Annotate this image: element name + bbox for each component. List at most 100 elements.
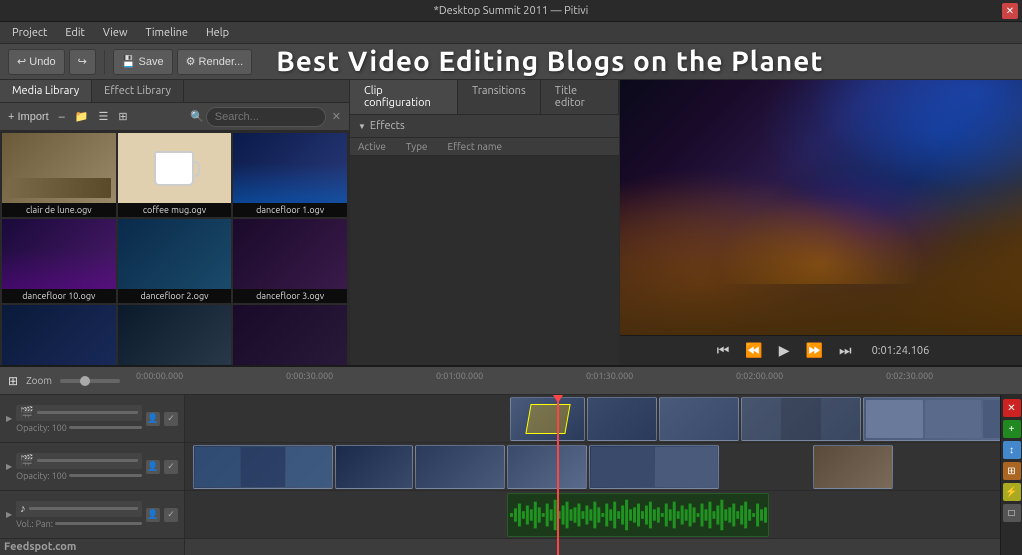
clip[interactable]	[813, 445, 893, 489]
tool-btn-red[interactable]: ✕	[1003, 399, 1021, 417]
close-button[interactable]: ✕	[1002, 3, 1018, 19]
ruler-mark-2: 0:01:00.000	[436, 371, 483, 381]
tool-btn-gray[interactable]: □	[1003, 504, 1021, 522]
video-preview: ⏮ ⏪ ▶ ⏩ ⏭ 0:01:24.106	[620, 80, 1022, 365]
skip-back-button[interactable]: ⏮	[713, 340, 734, 361]
track-user-btn2[interactable]: 👤	[146, 460, 160, 474]
tool-btn-yellow[interactable]: ⚡	[1003, 483, 1021, 501]
time-display: 0:01:24.106	[872, 345, 930, 357]
video-icon2: 🎬	[20, 454, 34, 467]
preview-controls: ⏮ ⏪ ▶ ⏩ ⏭ 0:01:24.106	[620, 335, 1022, 365]
video-icon: 🎬	[20, 406, 34, 419]
import-button[interactable]: + Import	[4, 109, 53, 125]
grid-view-button[interactable]: ⊞	[114, 108, 131, 125]
volume-slider[interactable]	[55, 522, 142, 525]
clip[interactable]	[510, 397, 585, 441]
tracks-content: ✕ + ↕ ⊞ ⚡ □	[185, 395, 1022, 555]
save-button[interactable]: 💾 Save	[113, 49, 173, 75]
tracks-container: ▶ 🎬 Opacity: 100 👤 ✓ ▶	[0, 395, 1022, 555]
remove-button[interactable]: –	[55, 109, 69, 125]
thumb-dance6	[233, 305, 347, 365]
list-item[interactable]: dancefloor 2.ogv	[118, 219, 232, 303]
list-item[interactable]: dancefloor 5.ogv	[118, 305, 232, 365]
track-opacity: Opacity: 100	[16, 423, 142, 433]
redo-button[interactable]: ↪	[69, 49, 96, 75]
clip[interactable]	[741, 397, 861, 441]
clip[interactable]	[587, 397, 657, 441]
timeline-area: ⊞ Zoom 0:00:00.000 0:00:30.000 0:01:00.0…	[0, 365, 1022, 555]
orange-light-layer	[700, 182, 941, 284]
clip[interactable]	[507, 493, 769, 537]
track-label-inner: 🎬 Opacity: 100	[16, 405, 142, 433]
list-view-button[interactable]: ☰	[94, 108, 112, 125]
search-input[interactable]	[206, 107, 326, 127]
toolbar-separator	[104, 50, 105, 74]
media-library-tab[interactable]: Media Library	[0, 80, 92, 102]
ruler-mark-4: 0:02:00.000	[736, 371, 783, 381]
list-item[interactable]: dancefloor 4.ogv	[2, 305, 116, 365]
tool-btn-blue[interactable]: ↕	[1003, 441, 1021, 459]
clip[interactable]	[589, 445, 719, 489]
menu-edit[interactable]: Edit	[57, 25, 93, 41]
menu-bar: Project Edit View Timeline Help	[0, 22, 1022, 44]
col-effect-name: Effect name	[447, 141, 502, 152]
collapse-icon: ▶	[6, 414, 12, 423]
track-label-video2: ▶ 🎬 Opacity: 100 👤 ✓	[0, 443, 184, 491]
track-label-row: 🎬	[16, 405, 142, 421]
list-item[interactable]: dancefloor 6.ogv	[233, 305, 347, 365]
clip[interactable]	[659, 397, 739, 441]
list-item[interactable]: dancefloor 1.ogv	[233, 133, 347, 217]
undo-button[interactable]: ↩ Undo	[8, 49, 65, 75]
track-user-btn3[interactable]: 👤	[146, 508, 160, 522]
tab-clip-configuration[interactable]: Clip configuration	[350, 80, 458, 114]
menu-help[interactable]: Help	[198, 25, 237, 41]
menu-timeline[interactable]: Timeline	[138, 25, 197, 41]
track-lock-btn2[interactable]: ✓	[164, 460, 178, 474]
ruler-mark-5: 0:02:30.000	[886, 371, 933, 381]
effect-library-tab[interactable]: Effect Library	[92, 80, 184, 102]
track-label-video1: ▶ 🎬 Opacity: 100 👤 ✓	[0, 395, 184, 443]
track-label-row3: ♪	[16, 501, 142, 517]
tool-btn-orange[interactable]: ⊞	[1003, 462, 1021, 480]
right-panel: Clip configuration Transitions Title edi…	[350, 80, 1022, 365]
track-row-audio	[185, 491, 1022, 539]
clear-search-button[interactable]: ✕	[328, 108, 345, 125]
rewind-button[interactable]: ⏪	[741, 340, 766, 361]
track-opacity2: Opacity: 100	[16, 471, 142, 481]
tool-btn-green[interactable]: +	[1003, 420, 1021, 438]
clip[interactable]	[507, 445, 587, 489]
folder-icon-button[interactable]: 📁	[71, 108, 93, 125]
thumb-dance3	[233, 219, 347, 289]
title-bar: *Desktop Summit 2011 — Pitivi ✕	[0, 0, 1022, 22]
track-lock-btn[interactable]: ✓	[164, 412, 178, 426]
library-tabs: Media Library Effect Library	[0, 80, 349, 103]
skip-forward-button[interactable]: ⏭	[835, 340, 856, 361]
clip[interactable]	[415, 445, 505, 489]
fast-forward-button[interactable]: ⏩	[802, 340, 827, 361]
opacity-slider[interactable]	[69, 426, 142, 429]
timeline-header: ⊞ Zoom 0:00:00.000 0:00:30.000 0:01:00.0…	[0, 367, 1022, 395]
audio-icon: ♪	[20, 503, 26, 515]
thumb-dance10	[2, 219, 116, 289]
render-button[interactable]: ⚙ Render...	[177, 49, 253, 75]
zoom-slider[interactable]	[60, 379, 120, 383]
opacity-slider2[interactable]	[69, 474, 142, 477]
tab-transitions[interactable]: Transitions	[458, 80, 541, 114]
list-item[interactable]: clair de lune.ogv	[2, 133, 116, 217]
track-label-inner3: ♪ Vol.: Pan:	[16, 501, 142, 529]
track-user-btn[interactable]: 👤	[146, 412, 160, 426]
col-type: Type	[406, 141, 428, 152]
tab-title-editor[interactable]: Title editor	[541, 80, 619, 114]
list-item[interactable]: dancefloor 10.ogv	[2, 219, 116, 303]
menu-project[interactable]: Project	[4, 25, 55, 41]
clip-config-panel: Clip configuration Transitions Title edi…	[350, 80, 620, 365]
effects-columns: Active Type Effect name	[350, 138, 619, 156]
clip[interactable]	[193, 445, 333, 489]
play-button[interactable]: ▶	[775, 340, 794, 361]
list-item[interactable]: dancefloor 3.ogv	[233, 219, 347, 303]
list-item[interactable]: coffee mug.ogv	[118, 133, 232, 217]
clip[interactable]	[335, 445, 413, 489]
menu-view[interactable]: View	[95, 25, 136, 41]
track-lock-btn3[interactable]: ✓	[164, 508, 178, 522]
clip[interactable]	[863, 397, 1022, 441]
